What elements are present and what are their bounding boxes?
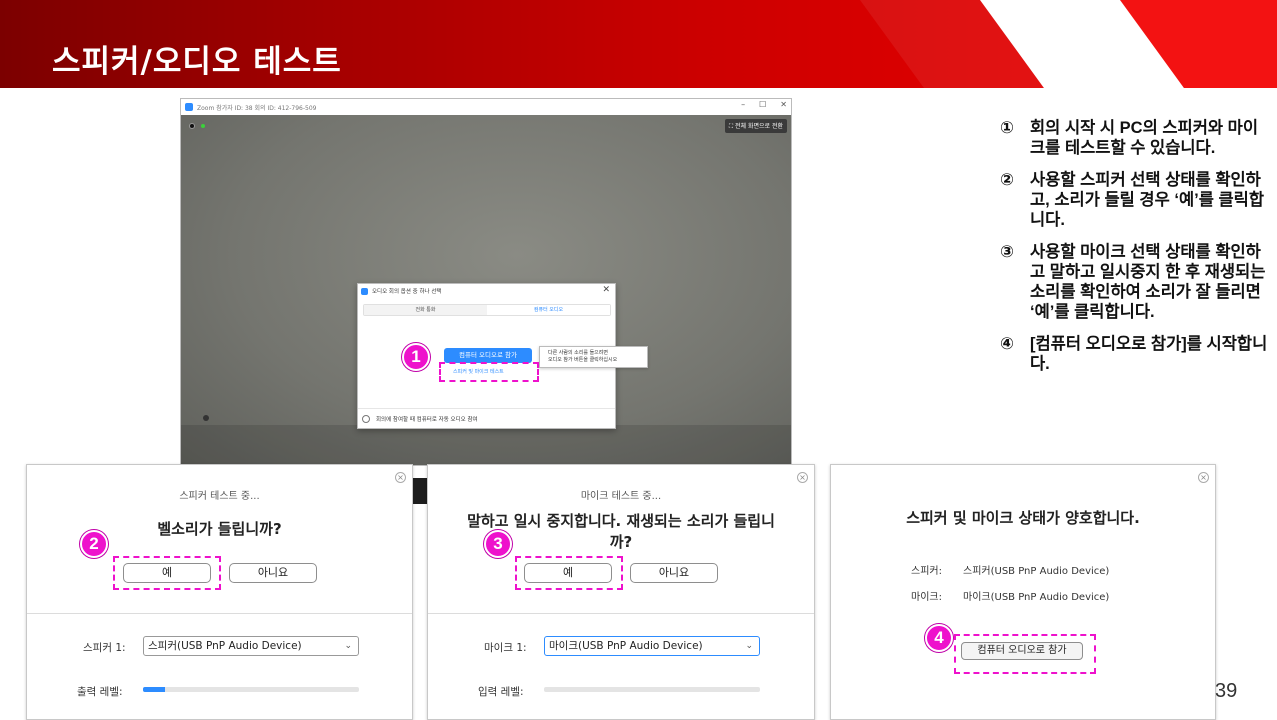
output-level-fill [143,687,165,692]
zoom-titlebar: Zoom 참가자 ID: 38 회의 ID: 412-796-509 – ☐ ✕ [181,99,791,115]
speaker-no-button[interactable]: 아니요 [229,563,317,583]
input-level-meter [544,687,760,692]
page-title: 스피커/오디오 테스트 [52,44,342,80]
result-speaker-label: 스피커: [911,566,942,577]
join-computer-audio-button[interactable]: 컴퓨터 오디오로 참가 [444,348,532,363]
mic-device-select[interactable]: 마이크(USB PnP Audio Device) ⌄ [544,636,760,656]
speaker-device-select[interactable]: 스피커(USB PnP Audio Device) ⌄ [143,636,359,656]
mic-device-label: 마이크 1: [484,642,527,654]
instruction-item: ④ [컴퓨터 오디오로 참가]를 시작합니다. [1000,335,1268,373]
marker-1: 1 [402,343,430,371]
instructions-list: ① 회의 시작 시 PC의 스피커와 마이크를 테스트할 수 있습니다. ② 사… [1000,118,1270,386]
panel-close-icon[interactable]: × [1198,472,1209,483]
video-spot [203,415,209,421]
mic-test-panel: × 마이크 테스트 중... 말하고 일시 중지합니다. 재생되는 소리가 들립… [427,464,815,720]
dialog-close-icon[interactable]: ✕ [602,285,610,295]
marker-2: 2 [80,530,108,558]
result-speaker-value: 스피커(USB PnP Audio Device) [963,566,1110,577]
window-edge [413,478,427,504]
connection-status-icon [201,124,205,128]
input-level-label: 입력 레벨: [478,686,524,698]
instruction-item: ② 사용할 스피커 선택 상태를 확인하고, 소리가 들릴 경우 ‘예’를 클릭… [1000,171,1265,229]
output-level-label: 출력 레벨: [77,686,123,698]
zoom-logo-icon [361,287,368,295]
highlight-box-mic-yes [515,556,623,590]
tab-phone-call[interactable]: 전화 통화 [364,305,487,315]
header-banner: 스피커/오디오 테스트 [0,0,1277,88]
close-icon[interactable]: ✕ [780,100,787,109]
highlight-box-test-link [439,362,539,382]
panel-divider [27,613,412,614]
page-number: 39 [1215,680,1238,702]
speaker-test-status: 스피커 테스트 중... [179,491,260,502]
zoom-logo-icon [185,103,193,111]
auto-join-label: 회의에 참여할 때 컴퓨터로 자동 오디오 참여 [376,417,478,423]
mic-test-status: 마이크 테스트 중... [580,491,662,502]
audio-options-dialog: 오디오 회의 옵션 중 하나 선택 ✕ 전화 통화 컴퓨터 오디오 컴퓨터 오디… [357,283,648,429]
speaker-device-label: 스피커 1: [83,642,126,654]
maximize-icon[interactable]: ☐ [759,100,766,109]
panel-divider [428,613,814,614]
chevron-down-icon: ⌄ [745,641,753,651]
speaker-test-panel: × 스피커 테스트 중... 벨소리가 들립니까? 예 아니요 스피커 1: 스… [26,464,413,720]
dialog-divider [358,408,615,409]
panel-close-icon[interactable]: × [395,472,406,483]
tab-computer-audio[interactable]: 컴퓨터 오디오 [487,305,610,315]
record-status-icon [189,123,195,129]
marker-3: 3 [484,530,512,558]
fullscreen-button[interactable]: ⛶ 전체 화면으로 전환 [724,119,787,133]
video-shadow [181,425,791,465]
output-level-meter [143,687,359,692]
window-controls: – ☐ ✕ [741,100,787,109]
result-mic-label: 마이크: [911,592,942,603]
dialog-title: 오디오 회의 옵션 중 하나 선택 [361,287,441,295]
auto-join-checkbox[interactable] [362,415,370,423]
zoom-window-title: Zoom 참가자 ID: 38 회의 ID: 412-796-509 [197,104,317,112]
chevron-down-icon: ⌄ [344,641,352,651]
instruction-item: ① 회의 시작 시 PC의 스피커와 마이크를 테스트할 수 있습니다. [1000,119,1259,157]
marker-4: 4 [925,624,953,652]
mic-no-button[interactable]: 아니요 [630,563,718,583]
panel-close-icon[interactable]: × [797,472,808,483]
audio-tabs: 전화 통화 컴퓨터 오디오 [363,304,611,316]
minimize-icon[interactable]: – [741,100,745,109]
highlight-box-join [954,634,1096,674]
test-result-panel: × 스피커 및 마이크 상태가 양호합니다. 스피커: 스피커(USB PnP … [830,464,1216,720]
instruction-item: ③ 사용할 마이크 선택 상태를 확인하고 말하고 일시중지 한 후 재생되는 … [1000,243,1266,321]
highlight-box-speaker-yes [113,556,221,590]
join-tooltip: 다른 사람의 소리를 들으려면 오디오 참가 버튼을 클릭하십시오 [539,346,648,368]
result-mic-value: 마이크(USB PnP Audio Device) [963,592,1110,603]
result-title: 스피커 및 마이크 상태가 양호합니다. [906,509,1140,527]
